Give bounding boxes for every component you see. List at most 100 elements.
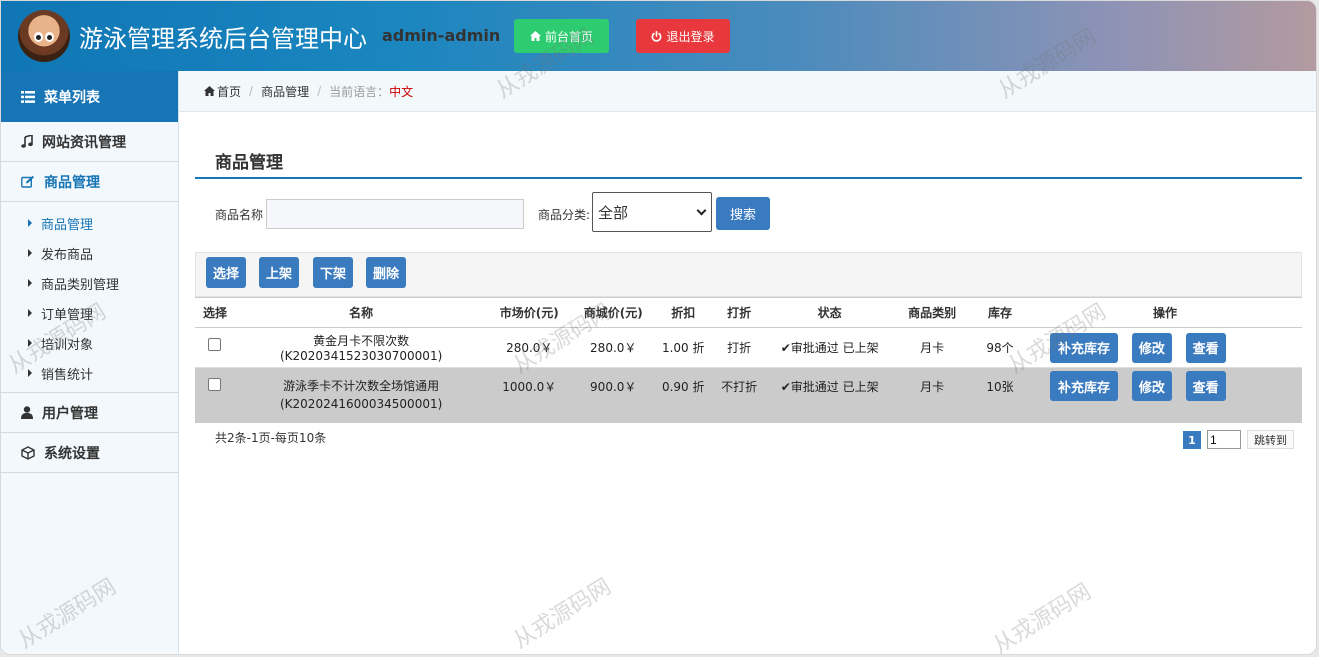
column-header: 操作 [1028,297,1302,328]
logo-avatar [18,10,70,62]
sidebar-group-users[interactable]: 用户管理 [1,393,178,433]
chevron-down-icon [696,205,707,215]
home-button[interactable]: 前台首页 [514,19,609,53]
status-text: 审批通过 已上架 [790,380,879,394]
cube-icon [21,445,35,460]
category-select-value: 全部 [598,203,629,222]
restock-button[interactable]: 补充库存 [1050,371,1119,401]
column-header: 库存 [972,297,1029,328]
breadcrumb-home-label: 首页 [217,84,242,99]
page-number-current[interactable]: 1 [1183,431,1201,449]
language-label: 当前语言： [329,84,390,99]
breadcrumb-current[interactable]: 商品管理 [261,83,309,100]
check-icon: ✔ [780,380,791,394]
row-actions: 补充库存 修改 查看 [1028,327,1302,368]
sidebar-item-label: 订单管理 [41,307,94,323]
product-name: 游泳季卡不计次数全场馆通用(K2020241600034500001) [234,367,488,423]
restock-button[interactable]: 补充库存 [1050,332,1119,363]
sidebar-item-publish-product[interactable]: 发布商品 [1,238,178,268]
status-cell: ✔审批通过 已上架 [767,367,893,423]
product-name: 黄金月卡不限次数(K2020341523030700001) [234,327,488,368]
table-row: 黄金月卡不限次数(K2020341523030700001) 280.0￥ 28… [195,327,1302,368]
view-button[interactable]: 查看 [1185,332,1226,363]
product-category: 月卡 [892,327,973,368]
edit-button[interactable]: 修改 [1131,371,1172,401]
discount-flag: 打折 [711,327,768,368]
product-name-label: 商品名称 [215,208,264,222]
stock-count: 10张 [972,367,1029,423]
product-category: 月卡 [892,367,973,423]
caret-right-icon [28,309,32,317]
caret-right-icon [28,339,32,347]
sidebar-item-product-manage[interactable]: 商品管理 [1,208,178,238]
check-icon: ✔ [780,341,791,355]
view-button[interactable]: 查看 [1185,371,1226,401]
title-divider [195,177,1302,179]
menu-header: 菜单列表 [1,71,178,122]
sidebar-group-label: 系统设置 [44,445,100,462]
discount-flag: 不打折 [711,367,768,423]
home-button-label: 前台首页 [544,29,593,44]
watermark: 从戎源码网 [509,574,616,654]
caret-right-icon [28,279,32,287]
delete-button[interactable]: 删除 [366,257,406,288]
caret-right-icon [28,249,32,257]
logout-button[interactable]: 退出登录 [636,19,730,53]
sidebar-item-label: 销售统计 [41,367,94,383]
mall-price: 280.0￥ [571,327,656,368]
edit-icon [21,175,34,188]
sidebar-item-order-manage[interactable]: 订单管理 [1,298,178,328]
column-header: 商城价(元) [571,297,656,328]
search-button[interactable]: 搜索 [716,197,770,230]
category-select[interactable]: 全部 [592,192,712,232]
status-text: 审批通过 已上架 [790,341,879,355]
sidebar-item-sales-stats[interactable]: 销售统计 [1,358,178,388]
pagination-info: 共2条-1页-每页10条 [215,431,327,445]
edit-button[interactable]: 修改 [1131,332,1172,363]
menu-title: 菜单列表 [44,89,100,106]
list-icon [21,90,35,103]
row-actions: 补充库存 修改 查看 [1028,367,1302,423]
power-icon [652,30,662,42]
select-all-button[interactable]: 选择 [206,257,246,288]
column-header: 打折 [711,297,768,328]
product-table: 选择 名称 市场价(元) 商城价(元) 折扣 打折 状态 商品类别 库存 操作 … [195,297,1302,423]
page-title: 商品管理 [215,153,283,173]
breadcrumb-home[interactable]: 首页 [204,83,241,100]
page-jump-button[interactable]: 跳转到 [1247,430,1294,449]
sidebar-group-news[interactable]: 网站资讯管理 [1,122,178,162]
discount-rate: 1.00 折 [655,327,712,368]
current-user: admin-admin [382,26,501,45]
sidebar-item-category-manage[interactable]: 商品类别管理 [1,268,178,298]
sidebar: 菜单列表 网站资讯管理 商品管理 商品管理 发布商品 商品类别管理 订单管理 培… [1,71,179,654]
user-icon [21,406,33,419]
discount-rate: 0.90 折 [655,367,712,423]
logout-button-label: 退出登录 [666,29,715,44]
product-name-input[interactable] [266,199,524,229]
sidebar-group-settings[interactable]: 系统设置 [1,433,178,473]
mall-price: 900.0￥ [571,367,656,423]
off-shelf-button[interactable]: 下架 [313,257,353,288]
status-cell: ✔审批通过 已上架 [767,327,893,368]
sidebar-item-label: 商品类别管理 [41,277,120,293]
system-title: 游泳管理系统后台管理中心 [79,25,367,53]
market-price: 280.0￥ [487,327,572,368]
home-icon [204,86,215,96]
breadcrumb-separator: / [317,84,322,98]
row-checkbox[interactable] [208,338,222,351]
page-jump-input[interactable] [1207,430,1241,449]
sidebar-item-label: 发布商品 [41,247,94,263]
on-shelf-button[interactable]: 上架 [259,257,299,288]
sidebar-group-products[interactable]: 商品管理 [1,162,178,202]
column-header: 商品类别 [892,297,973,328]
breadcrumb: 首页 / 商品管理 / 当前语言：中文 [179,71,1316,112]
watermark: 从戎源码网 [989,579,1096,655]
market-price: 1000.0￥ [487,367,572,423]
sidebar-item-label: 培训对象 [41,337,94,353]
column-header: 市场价(元) [487,297,572,328]
column-header: 选择 [195,297,235,328]
top-header: 游泳管理系统后台管理中心 admin-admin 前台首页 退出登录 [1,1,1316,71]
sidebar-item-training-target[interactable]: 培训对象 [1,328,178,358]
row-checkbox[interactable] [208,378,222,391]
category-label: 商品分类: [538,208,591,222]
